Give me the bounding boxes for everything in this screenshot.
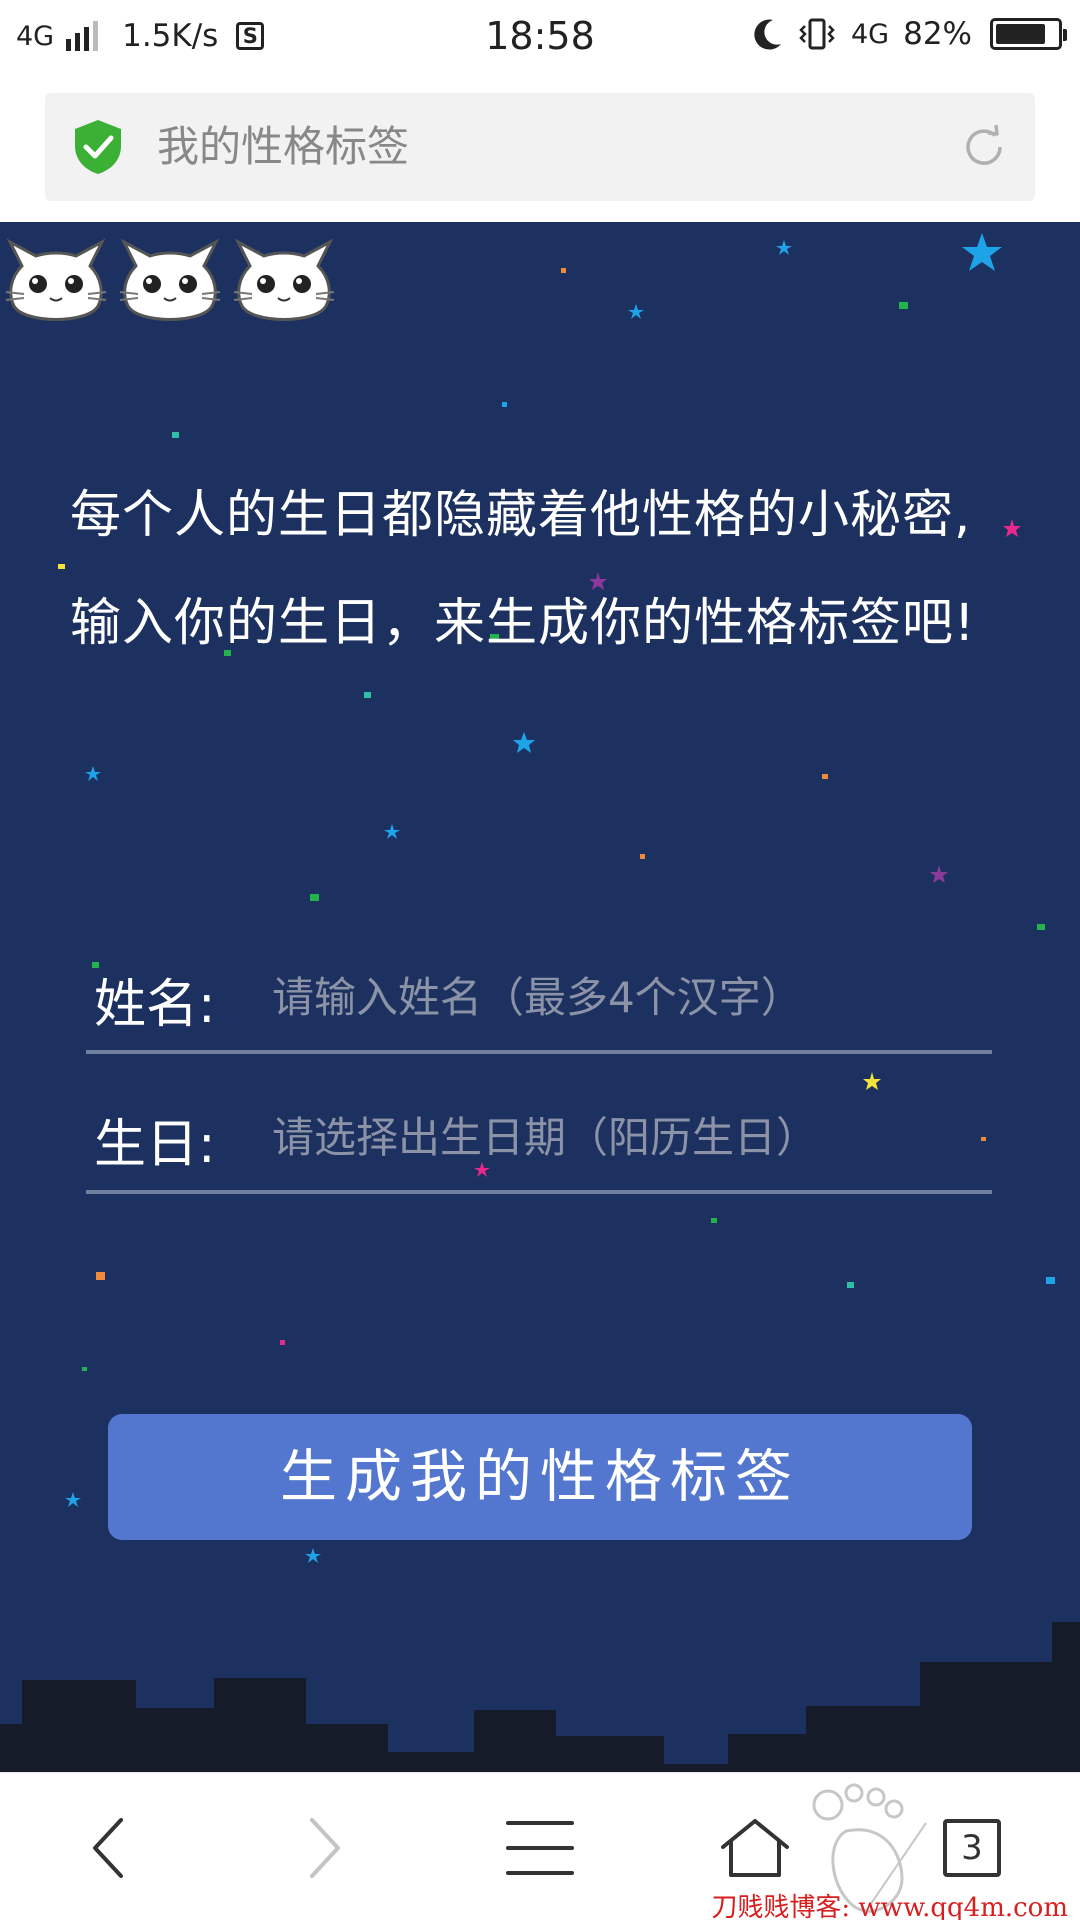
page-content: 每个人的生日都隐藏着他性格的小秘密, 输入你的生日，来生成你的性格标签吧! 姓名… — [0, 222, 1080, 1772]
cat-decoration — [0, 222, 340, 332]
watermark: 刀贱贱博客: www.qq4m.com — [711, 1893, 1068, 1920]
menu-button[interactable] — [495, 1803, 585, 1893]
home-icon — [721, 1819, 789, 1877]
moon-icon — [754, 19, 781, 50]
confetti — [58, 268, 1055, 1371]
browser-toolbar: 3 刀贱贱博客: www.qq4m.com — [0, 1772, 1080, 1920]
forward-button[interactable] — [279, 1803, 369, 1893]
menu-icon — [506, 1821, 574, 1875]
green-shield-check-icon — [75, 120, 121, 174]
city-skyline — [0, 1622, 1080, 1772]
address-bar[interactable]: 我的性格标签 — [45, 93, 1035, 201]
intro-line-1: 每个人的生日都隐藏着他性格的小秘密, — [70, 486, 972, 545]
back-icon — [93, 1818, 123, 1878]
birthday-input[interactable] — [272, 1102, 972, 1172]
network-type-right: 4G — [850, 18, 890, 50]
intro-line-2: 输入你的生日，来生成你的性格标签吧! — [70, 594, 976, 653]
status-bar: 4G 1.5K/s S 18:58 4G 82% — [0, 0, 1080, 76]
browser-address-area: 我的性格标签 — [0, 76, 1080, 222]
name-input[interactable] — [272, 962, 972, 1032]
cat-face-icon — [5, 238, 107, 321]
home-button[interactable] — [710, 1803, 800, 1893]
tab-count: 3 — [943, 1819, 1001, 1877]
cat-face-icon — [233, 238, 335, 321]
vibrate-icon — [799, 18, 835, 50]
back-button[interactable] — [64, 1803, 154, 1893]
name-field: 姓名: — [86, 944, 992, 1054]
intro-text: 每个人的生日都隐藏着他性格的小秘密, 输入你的生日，来生成你的性格标签吧! — [70, 462, 1030, 678]
stars — [65, 233, 1002, 1563]
reload-icon[interactable] — [960, 123, 1008, 171]
generate-tag-button[interactable]: 生成我的性格标签 — [108, 1414, 972, 1540]
cat-face-icon — [119, 238, 221, 321]
page-title: 我的性格标签 — [157, 122, 410, 171]
battery-level — [996, 24, 1045, 44]
star-purple — [930, 865, 948, 883]
status-right: 4G 82% — [751, 16, 1067, 52]
battery-icon — [990, 18, 1067, 50]
birthday-field: 生日: — [86, 1084, 992, 1194]
forward-icon — [310, 1818, 340, 1878]
name-label: 姓名: — [94, 975, 216, 1035]
birthday-label: 生日: — [94, 1115, 216, 1175]
tabs-button[interactable]: 3 — [927, 1803, 1017, 1893]
battery-percent: 82% — [903, 16, 972, 52]
